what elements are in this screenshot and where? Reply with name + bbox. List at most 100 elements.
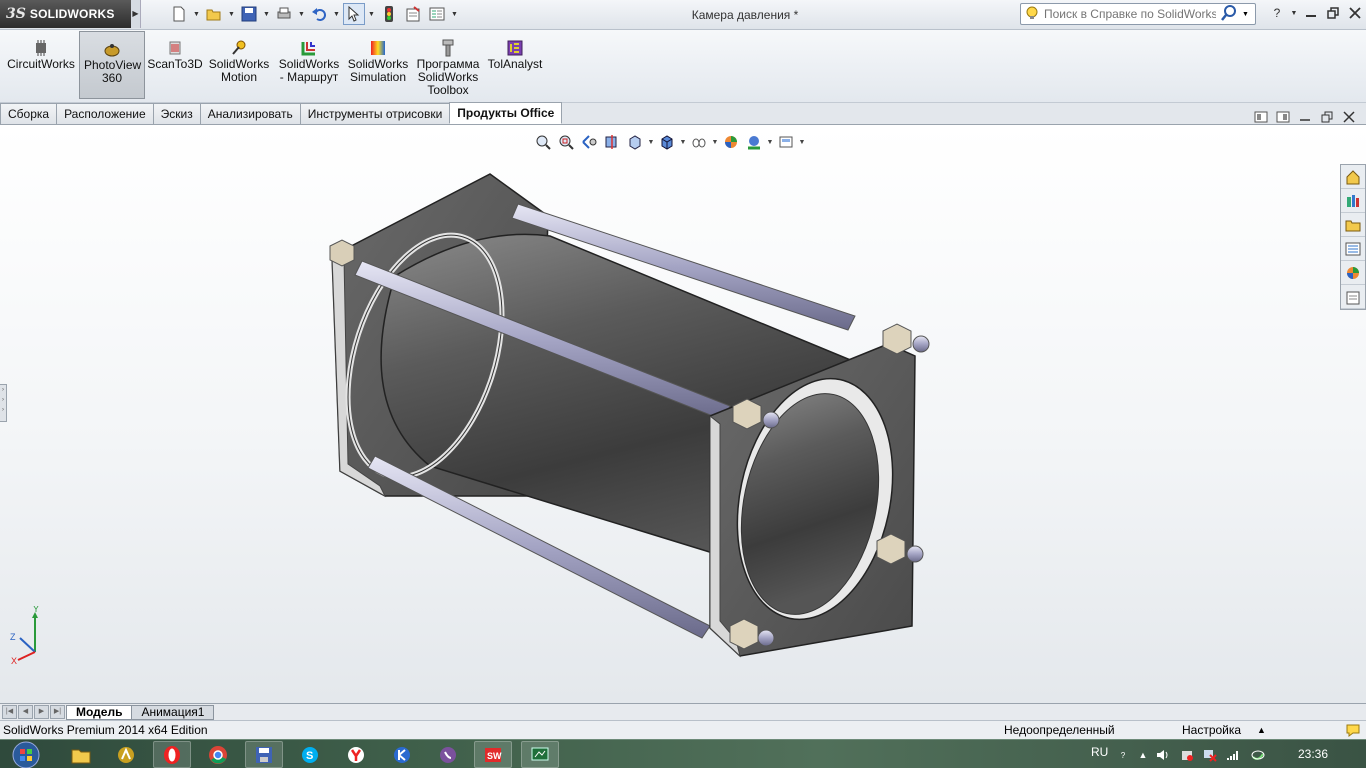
previous-view-icon[interactable] [578, 132, 600, 152]
skype-taskbar-button[interactable]: S [291, 741, 329, 768]
tab-layout[interactable]: Расположение [56, 103, 154, 124]
opera-taskbar-button[interactable] [153, 741, 191, 768]
tab-sketch[interactable]: Эскиз [152, 103, 201, 124]
show-hidden-icons-icon[interactable]: ▲ [1135, 747, 1151, 763]
tab-evaluate[interactable]: Анализировать [199, 103, 301, 124]
solidworks-simulation-button[interactable]: SolidWorks Simulation [346, 31, 410, 99]
view-orientation-dropdown-icon[interactable]: ▼ [647, 139, 655, 146]
lang-options-icon[interactable]: ? [1115, 747, 1131, 763]
hide-show-items-icon[interactable] [688, 132, 710, 152]
view-orientation-icon[interactable] [624, 132, 646, 152]
solidworks-taskbar-button[interactable]: SW [474, 741, 512, 768]
options-dropdown-icon[interactable]: ▼ [450, 11, 459, 18]
safely-remove-icon[interactable] [1179, 747, 1195, 763]
save-icon[interactable] [238, 3, 260, 25]
search-magnifier-icon[interactable] [1221, 4, 1237, 24]
display-style-icon[interactable] [656, 132, 678, 152]
viber-taskbar-button[interactable] [429, 741, 467, 768]
tolanalyst-button[interactable]: TolAnalyst [486, 31, 544, 99]
restore-icon[interactable] [1322, 2, 1344, 24]
file-explorer-icon[interactable] [1341, 213, 1365, 237]
solidworks-routing-button[interactable]: SolidWorks - Маршрут [276, 31, 342, 99]
zoom-to-fit-icon[interactable] [532, 132, 554, 152]
prev-tab-arrow-icon[interactable]: ◀ [18, 705, 33, 719]
zoom-to-area-icon[interactable] [555, 132, 577, 152]
kompas-taskbar-button[interactable] [383, 741, 421, 768]
save-dropdown-icon[interactable]: ▼ [262, 11, 271, 18]
next-tab-arrow-icon[interactable]: ▶ [34, 705, 49, 719]
print-dropdown-icon[interactable]: ▼ [297, 11, 306, 18]
yandex-browser-taskbar-button[interactable] [337, 741, 375, 768]
tab-office-products[interactable]: Продукты Office [449, 102, 563, 124]
search-dropdown-icon[interactable]: ▼ [1242, 11, 1249, 18]
tile-left-icon[interactable] [1252, 109, 1270, 125]
green-app-taskbar-button[interactable] [521, 741, 559, 768]
graphics-area[interactable]: ▼ ▼ ▼ ▼ ▼ › › › Y Z X [0, 126, 1366, 703]
help-dropdown-icon[interactable]: ▼ [1288, 2, 1300, 24]
help-search-box[interactable]: ▼ [1020, 3, 1256, 25]
volume-icon[interactable] [1155, 747, 1171, 763]
doc-minimize-icon[interactable] [1296, 109, 1314, 125]
solidworks-motion-button[interactable]: SolidWorks Motion [207, 31, 271, 99]
network-disabled-icon[interactable] [1202, 747, 1218, 763]
undo-dropdown-icon[interactable]: ▼ [332, 11, 341, 18]
solidworks-logo[interactable]: 3S SOLIDWORKS [0, 0, 131, 28]
chrome-taskbar-button[interactable] [199, 741, 237, 768]
appearances-scenes-icon[interactable] [1341, 261, 1365, 285]
select-dropdown-icon[interactable]: ▼ [367, 11, 376, 18]
sync-icon[interactable] [1250, 747, 1266, 763]
tab-assembly[interactable]: Сборка [0, 103, 58, 124]
view-settings-icon[interactable] [775, 132, 797, 152]
menu-flyout-arrow-icon[interactable]: ▶ [131, 0, 141, 28]
minimize-icon[interactable] [1300, 2, 1322, 24]
print-icon[interactable] [273, 3, 295, 25]
photoview-360-button[interactable]: PhotoView 360 [79, 31, 145, 99]
tab-markup-tools[interactable]: Инструменты отрисовки [299, 103, 451, 124]
autocad-taskbar-button[interactable] [107, 741, 145, 768]
solidworks-toolbox-button[interactable]: Программа SolidWorks Toolbox [414, 31, 482, 99]
display-style-dropdown-icon[interactable]: ▼ [679, 139, 687, 146]
apply-scene-dropdown-icon[interactable]: ▼ [766, 139, 774, 146]
section-view-icon[interactable] [601, 132, 623, 152]
feature-manager-expand-handle[interactable]: › › › [0, 384, 7, 422]
first-tab-arrow-icon[interactable]: |◀ [2, 705, 17, 719]
custom-properties-icon[interactable] [1341, 285, 1365, 309]
title-bar: 3S SOLIDWORKS ▶ ▼ ▼ ▼ ▼ ▼ ▼ ▼ Камера дав… [0, 0, 1366, 30]
settings-arrow-icon[interactable]: ▲ [1257, 721, 1266, 739]
signal-strength-icon[interactable] [1225, 747, 1241, 763]
units-settings-text[interactable]: Настройка [1182, 721, 1241, 739]
open-folder-icon[interactable] [203, 3, 225, 25]
new-document-icon[interactable] [168, 3, 190, 25]
help-search-input[interactable] [1044, 7, 1216, 21]
explorer-taskbar-button[interactable] [62, 741, 100, 768]
last-tab-arrow-icon[interactable]: ▶| [50, 705, 65, 719]
hide-show-dropdown-icon[interactable]: ▼ [711, 139, 719, 146]
solidworks-resources-home-icon[interactable] [1341, 165, 1365, 189]
view-palette-icon[interactable] [1341, 237, 1365, 261]
pressure-chamber-model[interactable] [300, 166, 980, 666]
tab-animation1[interactable]: Анимация1 [131, 704, 215, 720]
tile-right-icon[interactable] [1274, 109, 1292, 125]
options-icon[interactable] [426, 3, 448, 25]
design-library-icon[interactable] [1341, 189, 1365, 213]
doc-restore-icon[interactable] [1318, 109, 1336, 125]
view-settings-dropdown-icon[interactable]: ▼ [798, 139, 806, 146]
start-button[interactable] [6, 740, 46, 768]
circuitworks-button[interactable]: CircuitWorks [6, 31, 76, 99]
help-question-icon[interactable]: ? [1266, 2, 1288, 24]
apply-scene-icon[interactable] [743, 132, 765, 152]
edit-appearance-icon[interactable] [720, 132, 742, 152]
close-icon[interactable] [1344, 2, 1366, 24]
save-app-taskbar-button[interactable] [245, 741, 283, 768]
rebuild-traffic-light-icon[interactable] [378, 3, 400, 25]
scanto3d-button[interactable]: ScanTo3D [147, 31, 203, 99]
undo-icon[interactable] [308, 3, 330, 25]
open-dropdown-icon[interactable]: ▼ [227, 11, 236, 18]
select-arrow-icon[interactable] [343, 3, 365, 25]
tab-model[interactable]: Модель [66, 704, 133, 720]
new-dropdown-icon[interactable]: ▼ [192, 11, 201, 18]
language-indicator[interactable]: RU [1091, 745, 1108, 759]
doc-close-icon[interactable] [1340, 109, 1358, 125]
taskbar-clock[interactable]: 23:36 [1298, 747, 1328, 761]
file-properties-icon[interactable] [402, 3, 424, 25]
